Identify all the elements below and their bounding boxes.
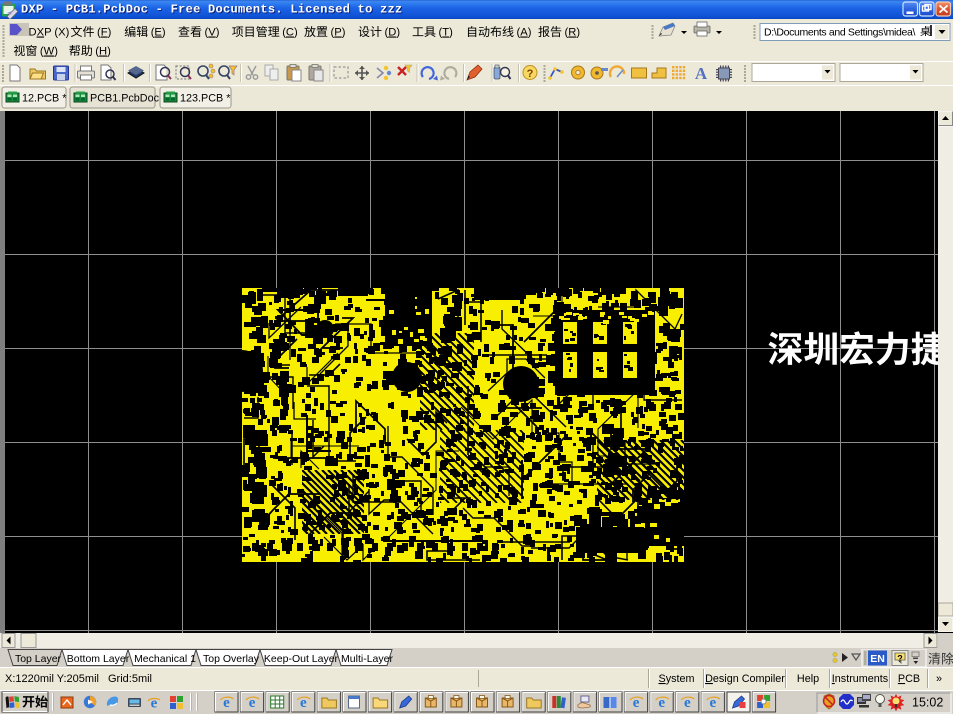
svg-text:?: ? bbox=[897, 654, 903, 664]
svg-text:Design Compiler: Design Compiler bbox=[705, 673, 785, 685]
svg-text:(H): (H) bbox=[95, 46, 111, 58]
svg-text:15:02: 15:02 bbox=[912, 696, 943, 710]
svg-text:(C): (C) bbox=[282, 27, 298, 39]
svg-text:»: » bbox=[936, 673, 942, 685]
svg-text:Top Layer: Top Layer bbox=[15, 653, 62, 665]
svg-text:Grid:5mil: Grid:5mil bbox=[108, 673, 152, 685]
svg-text:Mechanical 1: Mechanical 1 bbox=[134, 653, 196, 665]
svg-text:Top Overlay: Top Overlay bbox=[203, 653, 260, 665]
svg-text:12.PCB *: 12.PCB * bbox=[22, 93, 67, 105]
svg-text:(F): (F) bbox=[97, 27, 112, 39]
svg-text:PCB: PCB bbox=[898, 673, 920, 685]
svg-text:123.PCB *: 123.PCB * bbox=[180, 93, 231, 105]
svg-text:(A): (A) bbox=[517, 27, 532, 39]
svg-text:Keep-Out Layer: Keep-Out Layer bbox=[264, 653, 339, 665]
svg-text:D:\Documents and Settings\mide: D:\Documents and Settings\midea\ bbox=[764, 27, 915, 39]
svg-text:?: ? bbox=[527, 68, 534, 80]
svg-text:(P): (P) bbox=[331, 27, 346, 39]
svg-text:DXP (X): DXP (X) bbox=[29, 27, 70, 39]
svg-text:Instruments: Instruments bbox=[832, 673, 889, 685]
svg-text:(D): (D) bbox=[385, 27, 401, 39]
svg-text:System: System bbox=[659, 673, 695, 685]
svg-text:DXP - PCB1.PcbDoc - Free Docum: DXP - PCB1.PcbDoc - Free Documents. Lice… bbox=[21, 3, 403, 17]
svg-text:(R): (R) bbox=[565, 27, 581, 39]
svg-text:(W): (W) bbox=[40, 46, 58, 58]
svg-text:Bottom Layer: Bottom Layer bbox=[67, 653, 130, 665]
svg-text:Help: Help bbox=[797, 673, 819, 685]
svg-text:(E): (E) bbox=[151, 27, 166, 39]
svg-text:(V): (V) bbox=[205, 27, 220, 39]
svg-text:EN: EN bbox=[870, 653, 885, 665]
svg-text:Multi-Layer: Multi-Layer bbox=[341, 653, 393, 665]
svg-text:(T): (T) bbox=[439, 27, 454, 39]
svg-text:PCB1.PcbDoc: PCB1.PcbDoc bbox=[90, 93, 160, 105]
svg-text:X:1220mil Y:205mil: X:1220mil Y:205mil bbox=[5, 673, 99, 685]
svg-text:A: A bbox=[695, 64, 708, 83]
